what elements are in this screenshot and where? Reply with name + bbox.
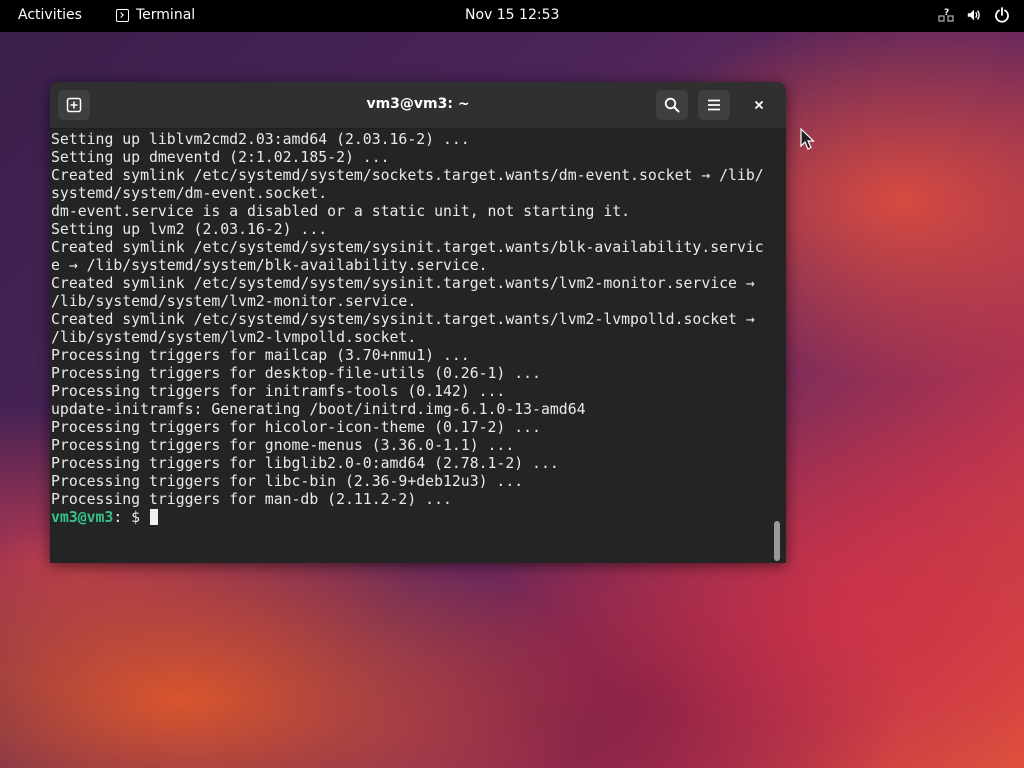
svg-text:?: ? xyxy=(944,8,949,18)
terminal-line: /lib/systemd/system/lvm2-lvmpolld.socket… xyxy=(51,329,417,346)
terminal-window[interactable]: vm3@vm3: ~ Setting up liblvm2cmd2.03:amd… xyxy=(50,82,786,563)
terminal-line: Created symlink /etc/systemd/system/sock… xyxy=(51,167,764,184)
terminal-line: Created symlink /etc/systemd/system/sysi… xyxy=(51,275,755,292)
terminal-line: dm-event.service is a disabled or a stat… xyxy=(51,203,631,220)
window-headerbar[interactable]: vm3@vm3: ~ xyxy=(50,82,786,129)
top-bar: Activities Terminal Nov 15 12:53 ? xyxy=(0,0,1024,32)
terminal-line: Processing triggers for libc-bin (2.36-9… xyxy=(51,473,524,490)
terminal-icon xyxy=(116,8,129,22)
volume-icon[interactable] xyxy=(966,7,982,23)
hamburger-menu-icon xyxy=(708,99,720,111)
terminal-line: e → /lib/systemd/system/blk-availability… xyxy=(51,257,488,274)
system-tray[interactable]: ? xyxy=(938,7,1010,23)
terminal-text: Setting up liblvm2cmd2.03:amd64 (2.03.16… xyxy=(51,131,773,527)
power-icon[interactable] xyxy=(994,7,1010,23)
terminal-line: Processing triggers for man-db (2.11.2-2… xyxy=(51,491,452,508)
terminal-line: Created symlink /etc/systemd/system/sysi… xyxy=(51,239,764,256)
mouse-pointer-icon xyxy=(800,128,815,150)
terminal-output-area[interactable]: Setting up liblvm2cmd2.03:amd64 (2.03.16… xyxy=(50,129,786,563)
terminal-line: Setting up lvm2 (2.03.16-2) ... xyxy=(51,221,328,238)
prompt-symbol: : $ xyxy=(113,509,149,526)
text-cursor xyxy=(150,509,158,525)
terminal-scrollbar[interactable] xyxy=(774,521,780,561)
terminal-line: Created symlink /etc/systemd/system/sysi… xyxy=(51,311,755,328)
app-menu-label: Terminal xyxy=(136,7,196,23)
terminal-line: Processing triggers for initramfs-tools … xyxy=(51,383,506,400)
terminal-line: systemd/system/dm-event.socket. xyxy=(51,185,328,202)
terminal-line: Processing triggers for gnome-menus (3.3… xyxy=(51,437,515,454)
shell-prompt[interactable]: vm3@vm3: $ xyxy=(51,509,773,527)
network-question-icon[interactable]: ? xyxy=(938,7,954,23)
search-button[interactable] xyxy=(656,90,688,120)
terminal-line: Processing triggers for desktop-file-uti… xyxy=(51,365,541,382)
terminal-line: update-initramfs: Generating /boot/initr… xyxy=(51,401,586,418)
app-menu-terminal[interactable]: Terminal xyxy=(116,7,195,23)
terminal-line: Processing triggers for libglib2.0-0:amd… xyxy=(51,455,559,472)
prompt-user-host: vm3@vm3 xyxy=(51,509,114,526)
close-icon xyxy=(754,100,764,110)
clock[interactable]: Nov 15 12:53 xyxy=(465,7,559,23)
search-icon xyxy=(664,97,680,113)
terminal-line: Setting up dmeventd (2:1.02.185-2) ... xyxy=(51,149,390,166)
terminal-line: Processing triggers for hicolor-icon-the… xyxy=(51,419,541,436)
terminal-line: /lib/systemd/system/lvm2-monitor.service… xyxy=(51,293,417,310)
activities-button[interactable]: Activities xyxy=(18,7,82,23)
close-button[interactable] xyxy=(747,93,771,117)
terminal-line: Setting up liblvm2cmd2.03:amd64 (2.03.16… xyxy=(51,131,470,148)
main-menu-button[interactable] xyxy=(698,90,730,120)
terminal-line: Processing triggers for mailcap (3.70+nm… xyxy=(51,347,470,364)
